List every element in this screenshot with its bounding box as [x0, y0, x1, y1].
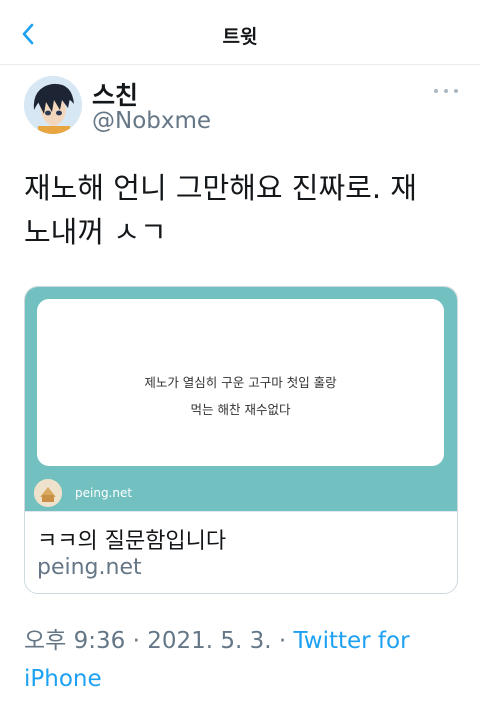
meta-line: 오후 9:36 · 2021. 5. 3. · Twitter for — [24, 622, 464, 660]
link-preview-card[interactable]: 제노가 열심히 구운 고구마 첫입 홀랑 먹는 해찬 재수없다 peing.ne… — [24, 286, 458, 594]
separator: · — [125, 628, 148, 654]
separator: · — [271, 628, 294, 654]
client-link[interactable]: iPhone — [24, 666, 102, 692]
more-dot-icon — [444, 89, 448, 93]
tweet-text: 재노해 언니 그만해요 진짜로. 재 노내꺼 ㅅㄱ — [24, 166, 464, 254]
tweet-text-line: 노내꺼 ㅅㄱ — [24, 215, 167, 249]
meta-line: iPhone — [24, 660, 464, 698]
avatar[interactable] — [24, 76, 82, 134]
card-image: 제노가 열심히 구운 고구마 첫입 홀랑 먹는 해찬 재수없다 peing.ne… — [25, 287, 457, 511]
question-text-line: 제노가 열심히 구운 고구마 첫입 홀랑 — [144, 375, 337, 390]
tweet-time: 오후 9:36 — [24, 628, 126, 654]
question-text-line: 먹는 해찬 재수없다 — [190, 402, 291, 417]
author-handle[interactable]: @Nobxme — [92, 108, 211, 134]
card-domain: peing.net — [37, 555, 142, 580]
more-options-button[interactable] — [434, 86, 458, 96]
tweet-text-line: 재노해 언니 그만해요 진짜로. 재 — [24, 171, 417, 205]
card-title: ㅋㅋ의 질문함입니다 — [37, 529, 227, 554]
divider — [25, 511, 457, 512]
site-logo-icon — [34, 479, 62, 507]
author-name[interactable]: 스친 — [92, 76, 138, 112]
anime-avatar-icon — [24, 76, 82, 134]
client-link[interactable]: Twitter for — [294, 628, 410, 654]
navigation-bar: 트윗 — [0, 0, 480, 65]
more-dot-icon — [454, 89, 458, 93]
tweet-date: 2021. 5. 3. — [147, 628, 272, 654]
page-title: 트윗 — [222, 26, 258, 48]
question-box: 제노가 열심히 구운 고구마 첫입 홀랑 먹는 해찬 재수없다 — [37, 299, 444, 466]
card-site-label: peing.net — [75, 486, 133, 500]
tweet-meta: 오후 9:36 · 2021. 5. 3. · Twitter for iPho… — [24, 622, 464, 698]
more-dot-icon — [434, 89, 438, 93]
